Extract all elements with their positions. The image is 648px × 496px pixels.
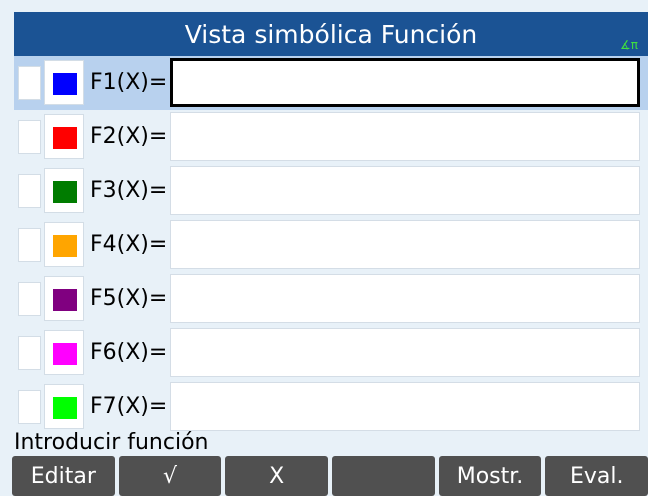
color-swatch [53, 289, 77, 311]
function-row-f3[interactable]: F3(X)= [14, 164, 648, 218]
enable-checkbox[interactable] [18, 120, 41, 154]
enable-checkbox[interactable] [18, 66, 41, 100]
evaluate-softkey[interactable]: Eval. [545, 456, 648, 496]
status-text: Introducir función [14, 430, 209, 455]
function-list: F1(X)= F2(X)= F3(X)= F4(X)= F5(X)= F6(X)… [14, 56, 648, 434]
function-input[interactable] [170, 220, 640, 269]
color-picker[interactable] [44, 168, 84, 213]
page-title: Vista simbólica Función [184, 19, 478, 49]
angle-mode-icon: ∡π [620, 38, 638, 52]
color-picker[interactable] [44, 114, 84, 159]
function-input[interactable] [170, 166, 640, 215]
color-swatch [53, 181, 77, 203]
color-picker[interactable] [44, 276, 84, 321]
color-swatch [53, 397, 77, 419]
function-row-f6[interactable]: F6(X)= [14, 326, 648, 380]
function-label: F4(X)= [90, 232, 168, 257]
show-softkey[interactable]: Mostr. [438, 456, 542, 496]
function-label: F5(X)= [90, 286, 168, 311]
enable-checkbox[interactable] [18, 336, 41, 370]
color-swatch [53, 73, 77, 95]
function-label: F6(X)= [90, 340, 168, 365]
function-row-f5[interactable]: F5(X)= [14, 272, 648, 326]
check-softkey[interactable]: √ [118, 456, 222, 496]
color-swatch [53, 127, 77, 149]
function-label: F3(X)= [90, 178, 168, 203]
function-input[interactable] [170, 274, 640, 323]
function-label: F1(X)= [90, 70, 168, 95]
color-picker[interactable] [44, 330, 84, 375]
enable-checkbox[interactable] [18, 228, 41, 262]
function-row-f7[interactable]: F7(X)= [14, 380, 648, 434]
color-picker[interactable] [44, 384, 84, 429]
function-input[interactable] [170, 112, 640, 161]
function-row-f1[interactable]: F1(X)= [14, 56, 648, 110]
function-row-f2[interactable]: F2(X)= [14, 110, 648, 164]
color-swatch [53, 343, 77, 365]
function-input[interactable] [170, 382, 640, 431]
enable-checkbox[interactable] [18, 174, 41, 208]
function-row-f4[interactable]: F4(X)= [14, 218, 648, 272]
function-input[interactable] [170, 58, 640, 107]
function-input[interactable] [170, 328, 640, 377]
color-picker[interactable] [44, 60, 84, 105]
softkey-menu: Editar √ X Mostr. Eval. [12, 456, 648, 496]
color-picker[interactable] [44, 222, 84, 267]
empty-softkey[interactable] [332, 456, 435, 496]
color-swatch [53, 235, 77, 257]
edit-softkey[interactable]: Editar [12, 456, 115, 496]
enable-checkbox[interactable] [18, 282, 41, 316]
title-bar: Vista simbólica Función ∡π [14, 12, 648, 56]
function-label: F7(X)= [90, 394, 168, 419]
variable-x-softkey[interactable]: X [225, 456, 329, 496]
enable-checkbox[interactable] [18, 390, 41, 424]
function-label: F2(X)= [90, 124, 168, 149]
